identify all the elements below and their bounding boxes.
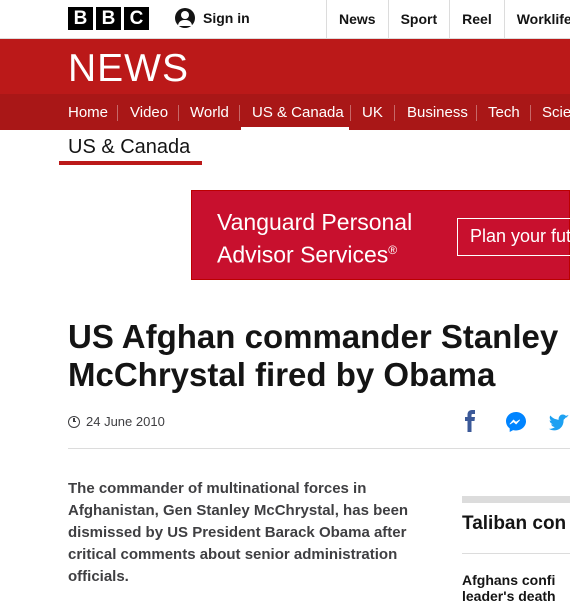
sidebar-rule bbox=[462, 496, 570, 503]
user-icon bbox=[175, 8, 195, 28]
divider bbox=[68, 448, 570, 449]
nav-separator bbox=[530, 105, 531, 121]
active-tab-indicator bbox=[241, 127, 349, 131]
section-nav-video[interactable]: Video bbox=[130, 94, 168, 130]
twitter-icon[interactable] bbox=[548, 410, 570, 434]
ad-line1: Vanguard Personal bbox=[217, 209, 413, 235]
sign-in-label: Sign in bbox=[203, 10, 250, 26]
section-nav-us-canada[interactable]: US & Canada bbox=[252, 94, 344, 130]
section-nav-home[interactable]: Home bbox=[68, 94, 108, 130]
nav-separator bbox=[239, 105, 240, 121]
date-text: 24 June 2010 bbox=[86, 414, 165, 429]
ad-cta-button[interactable]: Plan your fut bbox=[457, 218, 570, 256]
logo-letter: B bbox=[68, 7, 93, 30]
section-nav-tech[interactable]: Tech bbox=[488, 94, 520, 130]
nav-separator bbox=[350, 105, 351, 121]
top-nav-news[interactable]: News bbox=[326, 0, 388, 38]
news-logo[interactable]: NEWS bbox=[68, 47, 189, 91]
section-nav-science[interactable]: Scie bbox=[542, 94, 570, 130]
sidebar-story-line2: leader's death bbox=[462, 588, 556, 604]
messenger-icon[interactable] bbox=[505, 410, 527, 434]
top-bar: B B C Sign in News Sport Reel Worklife bbox=[0, 0, 570, 39]
facebook-icon[interactable] bbox=[462, 410, 478, 434]
section-nav-world[interactable]: World bbox=[190, 94, 229, 130]
top-nav-sport[interactable]: Sport bbox=[387, 0, 450, 38]
section-heading[interactable]: US & Canada bbox=[68, 136, 190, 159]
nav-separator bbox=[476, 105, 477, 121]
sign-in-button[interactable]: Sign in bbox=[175, 8, 250, 28]
bbc-logo[interactable]: B B C bbox=[68, 7, 149, 30]
section-nav: Home Video World US & Canada UK Business… bbox=[0, 94, 570, 130]
article-headline: US Afghan commander Stanley McChrystal f… bbox=[68, 318, 559, 393]
ad-text: Vanguard Personal Advisor Services® bbox=[217, 208, 412, 269]
section-heading-underline bbox=[59, 161, 202, 165]
sidebar-divider bbox=[462, 553, 570, 554]
sidebar-title[interactable]: Taliban con bbox=[462, 513, 566, 535]
sidebar-story-link[interactable]: Afghans confi leader's death bbox=[462, 572, 570, 604]
ad-line2: Advisor Services® bbox=[217, 236, 412, 269]
article-intro: The commander of multinational forces in… bbox=[68, 480, 409, 585]
logo-letter: C bbox=[124, 7, 149, 30]
section-nav-business[interactable]: Business bbox=[407, 94, 468, 130]
top-nav: News Sport Reel Worklife bbox=[326, 0, 570, 38]
clock-icon bbox=[68, 415, 80, 428]
logo-letter: B bbox=[96, 7, 121, 30]
top-nav-worklife[interactable]: Worklife bbox=[503, 0, 570, 38]
nav-separator bbox=[117, 105, 118, 121]
nav-separator bbox=[394, 105, 395, 121]
section-nav-uk[interactable]: UK bbox=[362, 94, 383, 130]
news-banner: NEWS bbox=[0, 39, 570, 94]
ad-line2-text: Advisor Services bbox=[217, 241, 389, 268]
top-nav-reel[interactable]: Reel bbox=[449, 0, 504, 38]
sidebar-story-line1: Afghans confi bbox=[462, 572, 556, 588]
advertisement[interactable]: Vanguard Personal Advisor Services® Plan… bbox=[191, 190, 570, 280]
trademark-symbol: ® bbox=[388, 243, 398, 257]
article-date: 24 June 2010 bbox=[68, 414, 165, 429]
nav-separator bbox=[178, 105, 179, 121]
